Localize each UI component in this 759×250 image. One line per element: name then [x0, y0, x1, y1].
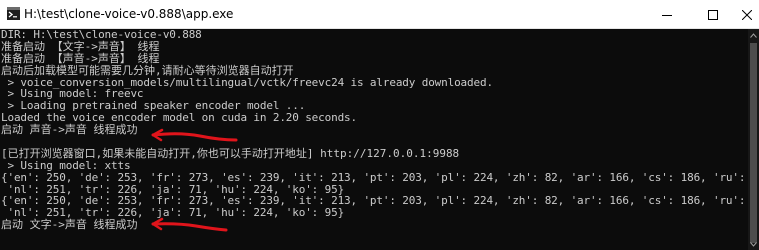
maximize-icon	[708, 9, 718, 20]
scroll-down-button[interactable]	[748, 238, 759, 250]
console-line: 启动后加载模型可能需要几分钟,请耐心等待浏览器自动打开	[1, 63, 294, 77]
scrollbar-thumb[interactable]	[750, 43, 757, 243]
title-bar[interactable]: H:\test\clone-voice-v0.888\app.exe	[0, 0, 759, 29]
console-window: H:\test\clone-voice-v0.888\app.exe DIR: …	[0, 0, 759, 250]
app-icon	[7, 7, 20, 20]
close-icon	[742, 9, 752, 20]
console-line: 启动 文字->声音 线程成功	[1, 218, 138, 232]
console-output[interactable]: DIR: H:\test\clone-voice-v0.888 准备启动 【文字…	[0, 29, 748, 250]
console-line: 启动 声音->声音 线程成功	[1, 123, 138, 137]
console-line: > Using model: xtts	[1, 158, 131, 172]
console-line: {'en': 250, 'de': 253, 'fr': 273, 'es': …	[1, 170, 748, 184]
maximize-button[interactable]	[690, 0, 736, 29]
minimize-icon	[662, 14, 672, 16]
chevron-up-icon	[750, 32, 757, 38]
close-button[interactable]	[735, 0, 759, 29]
window-title: H:\test\clone-voice-v0.888\app.exe	[24, 7, 234, 21]
console-line: 准备启动 【声音->声音】 线程	[1, 51, 160, 65]
console-line: [已打开浏览器窗口,如果未能自动打开,你也可以手动打开地址] http://12…	[1, 146, 460, 160]
minimize-button[interactable]	[644, 0, 690, 29]
scroll-up-button[interactable]	[748, 29, 759, 41]
vertical-scrollbar[interactable]	[748, 29, 759, 250]
console-line: 准备启动 【文字->声音】 线程	[1, 39, 160, 53]
chevron-down-icon	[750, 241, 757, 247]
